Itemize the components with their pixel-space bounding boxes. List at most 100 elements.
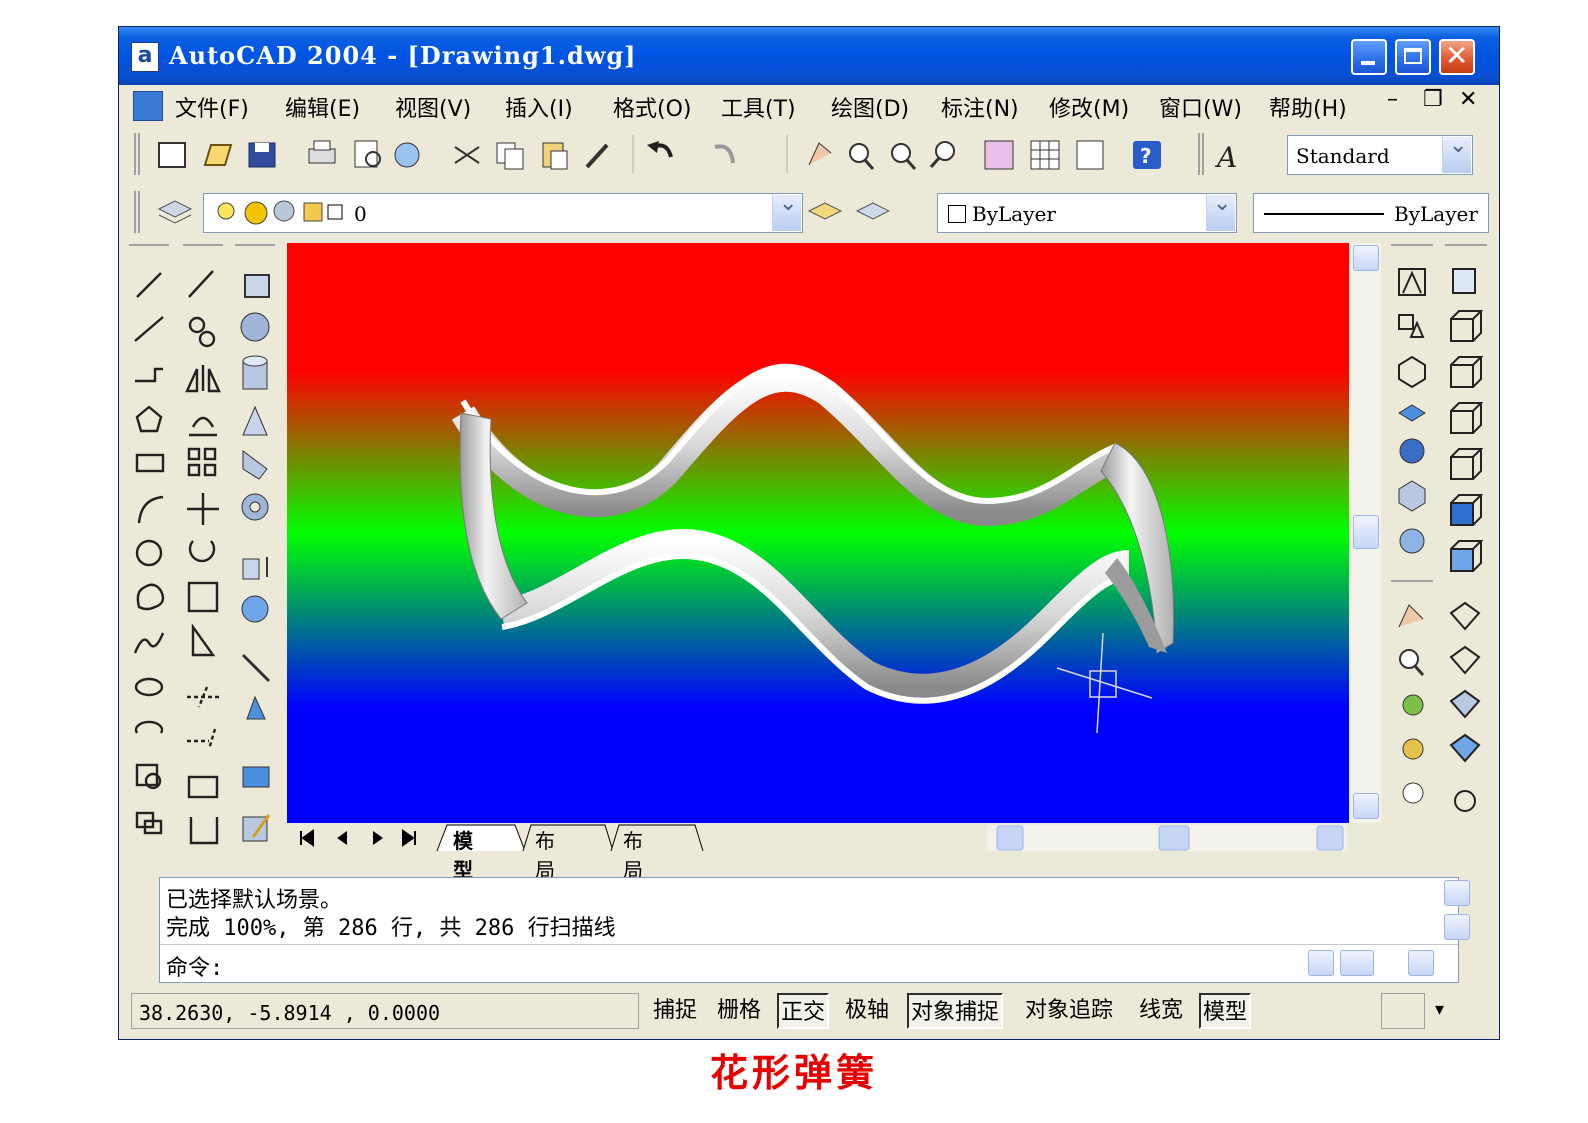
lineweight-button[interactable]: 线宽 bbox=[1137, 993, 1185, 1029]
cmd-scroll-down-icon[interactable] bbox=[1444, 914, 1470, 940]
communication-center-icon[interactable] bbox=[1381, 993, 1425, 1029]
close-button[interactable]: ✕ bbox=[1439, 39, 1475, 75]
menu-tools[interactable]: 工具(T) bbox=[721, 91, 796, 123]
tab-model[interactable]: 模型 bbox=[453, 825, 473, 883]
object-track-button[interactable]: 对象追踪 bbox=[1023, 993, 1115, 1029]
cmd-scroll-up-icon[interactable] bbox=[1444, 880, 1470, 906]
standard-toolbar: ? A Standard bbox=[119, 127, 1499, 181]
redo-icon[interactable] bbox=[714, 144, 735, 164]
render-icon[interactable] bbox=[1399, 438, 1425, 464]
linetype-select[interactable]: ByLayer bbox=[1253, 193, 1489, 233]
cmd-scroll-left-icon[interactable] bbox=[1308, 950, 1334, 976]
design-center-icon[interactable] bbox=[1030, 140, 1060, 170]
menu-insert[interactable]: 插入(I) bbox=[505, 91, 573, 123]
cmd-scroll-thumb[interactable] bbox=[1340, 950, 1374, 976]
pan-icon[interactable] bbox=[808, 142, 832, 166]
menu-window[interactable]: 窗口(W) bbox=[1159, 91, 1242, 123]
doc-restore-icon[interactable]: ❐ bbox=[1423, 87, 1443, 112]
new-icon[interactable] bbox=[158, 142, 186, 168]
autocad-window: a AutoCAD 2004 - [Drawing1.dwg] ✕ 文件(F) … bbox=[118, 26, 1500, 1040]
menu-format[interactable]: 格式(O) bbox=[613, 91, 691, 123]
layer-name: 0 bbox=[354, 202, 367, 226]
chevron-down-icon[interactable] bbox=[772, 191, 801, 231]
swivel-icon[interactable] bbox=[1402, 738, 1424, 760]
scroll-thumb[interactable] bbox=[1353, 515, 1379, 549]
scroll-right-icon[interactable] bbox=[1316, 825, 1344, 851]
minimize-icon bbox=[1361, 61, 1375, 65]
menu-edit[interactable]: 编辑(E) bbox=[285, 91, 360, 123]
figure-caption: 花形弹簧 bbox=[709, 1050, 878, 1095]
coordinates-readout: 38.2630, -5.8914 , 0.0000 bbox=[139, 1001, 441, 1025]
layer-select[interactable]: 0 bbox=[203, 191, 803, 233]
menu-view[interactable]: 视图(V) bbox=[395, 91, 471, 123]
chevron-down-icon[interactable] bbox=[1442, 133, 1471, 173]
autocad-app-icon[interactable]: a bbox=[131, 42, 159, 72]
ucs-icon[interactable] bbox=[1452, 268, 1476, 294]
clip-icon[interactable] bbox=[1402, 782, 1424, 804]
object-snap-button[interactable]: 对象捕捉 bbox=[907, 993, 1004, 1029]
drawing-viewport[interactable] bbox=[287, 243, 1349, 823]
svg-text:?: ? bbox=[1140, 144, 1152, 168]
publish-icon[interactable] bbox=[394, 142, 420, 168]
chevron-down-icon[interactable] bbox=[1206, 191, 1235, 231]
menu-file[interactable]: 文件(F) bbox=[175, 91, 249, 123]
ortho-button[interactable]: 正交 bbox=[777, 993, 830, 1029]
preview-icon[interactable] bbox=[354, 140, 381, 168]
polar-button[interactable]: 极轴 bbox=[843, 993, 891, 1029]
text-style-select[interactable]: Standard bbox=[1287, 133, 1473, 175]
interference-icon[interactable] bbox=[242, 766, 270, 788]
revolve-icon[interactable] bbox=[241, 595, 269, 623]
camera-icon[interactable] bbox=[1402, 694, 1424, 716]
title-bar[interactable]: a AutoCAD 2004 - [Drawing1.dwg] ✕ bbox=[119, 27, 1499, 85]
status-menu-arrow-icon[interactable]: ▾ bbox=[1435, 999, 1444, 1020]
zoom-previous-icon[interactable] bbox=[929, 141, 955, 168]
match-properties-icon[interactable] bbox=[585, 143, 609, 169]
viewport-vertical-scrollbar[interactable] bbox=[1351, 243, 1381, 823]
maximize-button[interactable] bbox=[1395, 39, 1431, 75]
model-space-button[interactable]: 模型 bbox=[1199, 993, 1252, 1029]
print-icon[interactable] bbox=[308, 140, 336, 164]
right-toolbars bbox=[1385, 241, 1495, 857]
scroll-up-icon[interactable] bbox=[1353, 245, 1379, 271]
help-icon[interactable]: ? bbox=[1133, 141, 1161, 169]
text-style-icon[interactable]: A bbox=[1214, 141, 1237, 174]
open-icon[interactable] bbox=[203, 144, 233, 166]
snap-button[interactable]: 捕捉 bbox=[651, 993, 699, 1029]
command-prompt[interactable]: 命令: bbox=[166, 950, 223, 982]
solid-edit-icon[interactable] bbox=[242, 814, 271, 842]
sphere-icon[interactable] bbox=[240, 312, 270, 342]
command-window[interactable]: 已选择默认场景。 完成 100%, 第 286 行, 共 286 行扫描线 命令… bbox=[159, 877, 1470, 983]
minimize-button[interactable] bbox=[1351, 39, 1387, 75]
zoom-window-icon[interactable] bbox=[891, 143, 917, 170]
torus-icon[interactable] bbox=[241, 493, 269, 521]
menu-draw[interactable]: 绘图(D) bbox=[831, 91, 909, 123]
zoom-realtime-icon[interactable] bbox=[849, 143, 875, 170]
paste-icon[interactable] bbox=[542, 142, 568, 170]
scroll-left-icon[interactable] bbox=[996, 825, 1024, 851]
menu-dimension[interactable]: 标注(N) bbox=[941, 91, 1019, 123]
menu-modify[interactable]: 修改(M) bbox=[1049, 91, 1129, 123]
properties-icon[interactable] bbox=[984, 140, 1014, 170]
box-icon[interactable] bbox=[244, 274, 270, 298]
color-select[interactable]: ByLayer bbox=[937, 191, 1237, 233]
doc-minimize-icon[interactable]: – bbox=[1387, 87, 1398, 112]
make-current-layer-icon[interactable] bbox=[855, 202, 891, 220]
scroll-down-icon[interactable] bbox=[1353, 793, 1379, 819]
doc-close-icon[interactable]: ✕ bbox=[1459, 87, 1477, 112]
cylinder-icon[interactable] bbox=[242, 355, 268, 390]
menu-help[interactable]: 帮助(H) bbox=[1269, 91, 1347, 123]
layer-previous-icon[interactable] bbox=[807, 202, 843, 220]
cmd-scroll-right-icon[interactable] bbox=[1408, 950, 1434, 976]
cut-icon[interactable] bbox=[454, 146, 480, 164]
horizontal-scroll-thumb[interactable] bbox=[1158, 825, 1190, 851]
document-icon[interactable] bbox=[133, 91, 163, 121]
layers-toolbar: 0 ByLayer ByLayer bbox=[119, 185, 1499, 239]
close-icon: ✕ bbox=[1445, 39, 1469, 72]
material-icon[interactable] bbox=[1399, 528, 1425, 554]
layer-manager-icon[interactable] bbox=[157, 200, 193, 224]
tool-palette-icon[interactable] bbox=[1076, 140, 1104, 170]
copy-icon[interactable] bbox=[496, 142, 524, 170]
grid-button[interactable]: 栅格 bbox=[715, 993, 763, 1029]
undo-icon[interactable] bbox=[647, 141, 673, 158]
save-icon[interactable] bbox=[248, 142, 276, 168]
